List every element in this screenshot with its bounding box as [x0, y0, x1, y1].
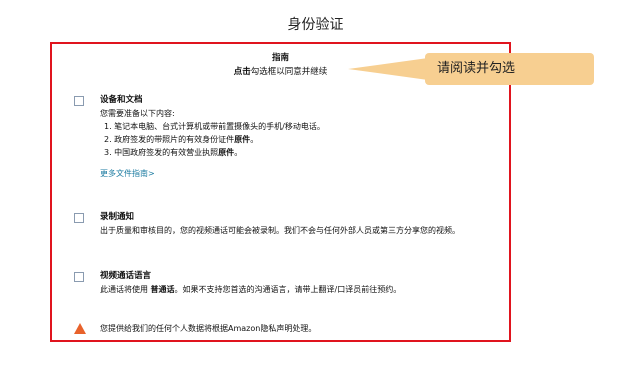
documents-checkbox[interactable]: [74, 96, 84, 106]
section-documents: 设备和文档 您需要准备以下内容: 1. 笔记本电脑、台式计算机或带前置摄像头的手…: [74, 94, 501, 194]
documents-item-1: 1. 笔记本电脑、台式计算机或带前置摄像头的手机/移动电话。: [104, 122, 325, 131]
documents-item-2: 2. 政府签发的带照片的有效身份证件原件。: [104, 135, 259, 144]
language-title: 视频通话语言: [100, 271, 152, 281]
section-language: 视频通话语言 此通话将使用 普通话。如果不支持您首选的沟通语言，请带上翻译/口译…: [74, 270, 501, 300]
documents-intro: 您需要准备以下内容:: [100, 109, 175, 118]
language-text: 此通话将使用 普通话。如果不支持您首选的沟通语言，请带上翻译/口译员前往预约。: [100, 285, 402, 294]
instruction-callout: 请阅读并勾选: [425, 53, 594, 85]
warning-icon: [74, 323, 86, 334]
recording-title: 录制通知: [100, 212, 135, 222]
page-title: 身份验证: [287, 17, 344, 33]
privacy-notice: 您提供给我们的任何个人数据将根据Amazon隐私声明处理。: [74, 322, 501, 336]
language-checkbox[interactable]: [74, 272, 84, 282]
more-documents-link[interactable]: 更多文件指南>: [100, 167, 155, 180]
recording-text: 出于质量和审核目的，您的视频通话可能会被录制。我们不会与任何外部人员或第三方分享…: [100, 226, 460, 235]
section-recording: 录制通知 出于质量和审核目的，您的视频通话可能会被录制。我们不会与任何外部人员或…: [74, 211, 501, 241]
documents-title: 设备和文档: [100, 95, 143, 105]
guide-subtitle-rest: 勾选框以同意并继续: [250, 67, 328, 77]
privacy-text: 您提供给我们的任何个人数据将根据Amazon隐私声明处理。: [100, 324, 317, 333]
guide-panel: 指南 点击勾选框以同意并继续 设备和文档 您需要准备以下内容: 1. 笔记本电脑…: [50, 42, 511, 342]
documents-item-3: 3. 中国政府签发的有效营业执照原件。: [104, 148, 243, 157]
guide-subtitle-bold: 点击: [233, 67, 251, 77]
recording-checkbox[interactable]: [74, 213, 84, 223]
callout-pointer: [348, 58, 428, 80]
